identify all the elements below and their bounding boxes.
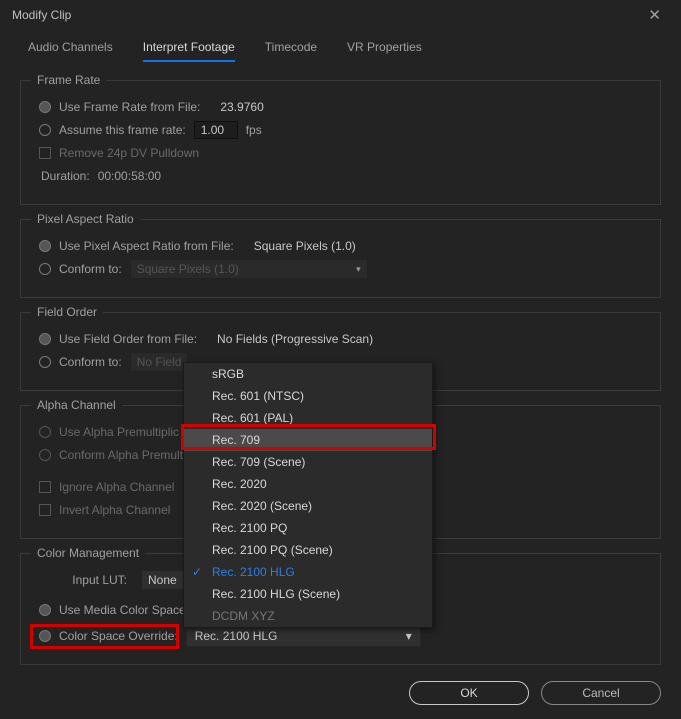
select-par-conform: Square Pixels (1.0) ▾ — [130, 259, 368, 279]
value-par-file: Square Pixels (1.0) — [254, 239, 356, 253]
ok-button[interactable]: OK — [409, 681, 529, 705]
label-par-file: Use Pixel Aspect Ratio from File: — [59, 239, 234, 253]
value-duration: 00:00:58:00 — [98, 169, 161, 183]
select-input-lut-value: None — [148, 573, 177, 587]
dropdown-item-rec601-ntsc[interactable]: Rec. 601 (NTSC) — [184, 385, 432, 407]
select-par-conform-value: Square Pixels (1.0) — [137, 262, 239, 276]
dropdown-item-rec2100-hlg[interactable]: Rec. 2100 HLG — [184, 561, 432, 583]
label-ignore-alpha: Ignore Alpha Channel — [59, 480, 174, 494]
value-field-file: No Fields (Progressive Scan) — [217, 332, 373, 346]
radio-use-frame-rate-file[interactable] — [39, 101, 51, 113]
dropdown-item-srgb[interactable]: sRGB — [184, 363, 432, 385]
select-field-conform-value: No Field — [137, 355, 182, 369]
footer: OK Cancel — [409, 681, 661, 705]
label-duration: Duration: — [41, 169, 90, 183]
select-cs-override[interactable]: Rec. 2100 HLG ▾ — [186, 625, 421, 647]
radio-alpha-conform — [39, 449, 51, 461]
dropdown-item-rec2100-pq-scene[interactable]: Rec. 2100 PQ (Scene) — [184, 539, 432, 561]
dropdown-color-space[interactable]: sRGB Rec. 601 (NTSC) Rec. 601 (PAL) Rec.… — [183, 362, 433, 628]
label-alpha-premult: Use Alpha Premultiplic — [59, 425, 179, 439]
input-assume-frame-rate[interactable]: 1.00 — [194, 121, 238, 139]
radio-par-conform[interactable] — [39, 263, 51, 275]
check-invert-alpha — [39, 504, 51, 516]
group-par: Pixel Aspect Ratio Use Pixel Aspect Rati… — [20, 219, 661, 298]
dropdown-item-rec601-pal[interactable]: Rec. 601 (PAL) — [184, 407, 432, 429]
label-invert-alpha: Invert Alpha Channel — [59, 503, 170, 517]
dropdown-item-rec709[interactable]: Rec. 709 — [184, 429, 432, 451]
label-field-conform: Conform to: — [59, 355, 122, 369]
dropdown-item-rec2100-hlg-scene[interactable]: Rec. 2100 HLG (Scene) — [184, 583, 432, 605]
group-label-par: Pixel Aspect Ratio — [31, 212, 140, 226]
radio-assume-frame-rate[interactable] — [39, 124, 51, 136]
tab-vr-properties[interactable]: VR Properties — [347, 40, 422, 62]
tabs: Audio Channels Interpret Footage Timecod… — [20, 30, 661, 66]
label-fps: fps — [246, 123, 262, 137]
dropdown-item-rec2100-pq[interactable]: Rec. 2100 PQ — [184, 517, 432, 539]
select-cs-override-value: Rec. 2100 HLG — [195, 629, 278, 643]
label-input-lut: Input LUT: — [39, 573, 127, 587]
radio-cs-override[interactable] — [39, 630, 51, 642]
dropdown-item-rec2020-scene[interactable]: Rec. 2020 (Scene) — [184, 495, 432, 517]
tab-timecode[interactable]: Timecode — [265, 40, 317, 62]
label-use-media-cs: Use Media Color Space f — [59, 603, 192, 617]
dropdown-item-rec709-scene[interactable]: Rec. 709 (Scene) — [184, 451, 432, 473]
label-par-conform: Conform to: — [59, 262, 122, 276]
titlebar: Modify Clip ✕ — [0, 0, 681, 30]
group-label-color: Color Management — [31, 546, 145, 560]
group-label-frame-rate: Frame Rate — [31, 73, 106, 87]
dropdown-item-dcdm-xyz[interactable]: DCDM XYZ — [184, 605, 432, 627]
window-title: Modify Clip — [12, 8, 71, 22]
group-label-alpha: Alpha Channel — [31, 398, 122, 412]
dropdown-item-rec2020[interactable]: Rec. 2020 — [184, 473, 432, 495]
tab-interpret-footage[interactable]: Interpret Footage — [143, 40, 235, 62]
radio-use-media-cs[interactable] — [39, 604, 51, 616]
cancel-button[interactable]: Cancel — [541, 681, 661, 705]
radio-alpha-premult — [39, 426, 51, 438]
close-icon[interactable]: ✕ — [640, 2, 669, 28]
label-remove-pulldown: Remove 24p DV Pulldown — [59, 146, 199, 160]
tab-audio-channels[interactable]: Audio Channels — [28, 40, 113, 62]
value-frame-rate-file: 23.9760 — [220, 100, 263, 114]
radio-par-file[interactable] — [39, 240, 51, 252]
radio-field-file[interactable] — [39, 333, 51, 345]
label-alpha-conform: Conform Alpha Premulti — [59, 448, 186, 462]
chevron-down-icon: ▾ — [406, 629, 412, 643]
radio-field-conform[interactable] — [39, 356, 51, 368]
group-label-field-order: Field Order — [31, 305, 103, 319]
label-field-file: Use Field Order from File: — [59, 332, 197, 346]
select-field-conform: No Field — [130, 352, 189, 372]
group-frame-rate: Frame Rate Use Frame Rate from File: 23.… — [20, 80, 661, 205]
check-remove-pulldown — [39, 147, 51, 159]
label-cs-override: Color Space Override: — [59, 629, 178, 643]
check-ignore-alpha — [39, 481, 51, 493]
chevron-down-icon: ▾ — [356, 264, 361, 275]
label-use-frame-rate-file: Use Frame Rate from File: — [59, 100, 200, 114]
label-assume-frame-rate: Assume this frame rate: — [59, 123, 186, 137]
